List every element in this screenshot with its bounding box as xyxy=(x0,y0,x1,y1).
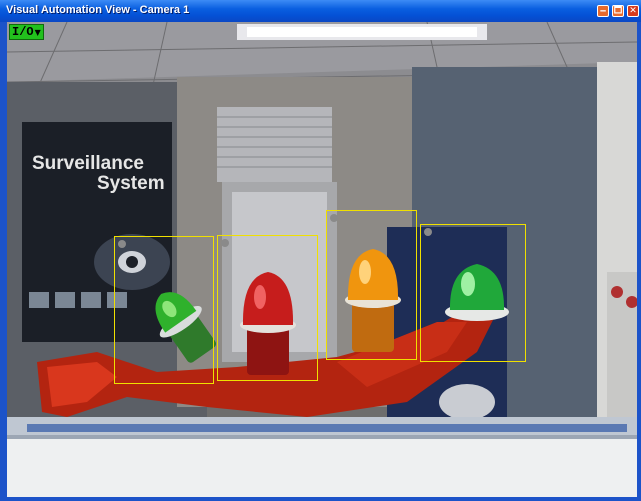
svg-text:System: System xyxy=(97,173,165,194)
window-border-bottom xyxy=(0,497,641,501)
roi-handle-icon[interactable] xyxy=(221,239,229,247)
maximize-icon: 🗖 xyxy=(613,5,623,16)
maximize-button[interactable]: 🗖 xyxy=(612,5,624,17)
io-dropdown-button[interactable]: I/O ▼ xyxy=(9,24,44,40)
app-window: Visual Automation View - Camera 1 🗕 🗖 ✕ xyxy=(0,0,641,501)
window-title: Visual Automation View - Camera 1 xyxy=(6,4,190,16)
caret-down-icon: ▼ xyxy=(34,27,41,37)
window-border-right xyxy=(637,22,641,501)
io-label: I/O xyxy=(12,25,34,39)
camera-scene: Surveillance System xyxy=(7,22,637,497)
title-bar[interactable]: Visual Automation View - Camera 1 🗕 🗖 ✕ xyxy=(0,0,641,22)
window-border-left xyxy=(0,22,7,501)
roi-handle-icon[interactable] xyxy=(424,228,432,236)
minimize-icon: 🗕 xyxy=(599,5,607,16)
close-icon: ✕ xyxy=(629,5,637,16)
roi-handle-icon[interactable] xyxy=(330,214,338,222)
camera-video-feed[interactable]: Surveillance System xyxy=(7,22,637,497)
roi-green-light-2[interactable] xyxy=(420,224,526,362)
roi-green-light-1[interactable] xyxy=(114,236,214,384)
roi-handle-icon[interactable] xyxy=(118,240,126,248)
close-button[interactable]: ✕ xyxy=(627,5,639,17)
svg-text:Surveillance: Surveillance xyxy=(32,153,144,174)
roi-red-light[interactable] xyxy=(217,235,318,381)
roi-amber-light[interactable] xyxy=(326,210,417,360)
minimize-button[interactable]: 🗕 xyxy=(597,5,609,17)
